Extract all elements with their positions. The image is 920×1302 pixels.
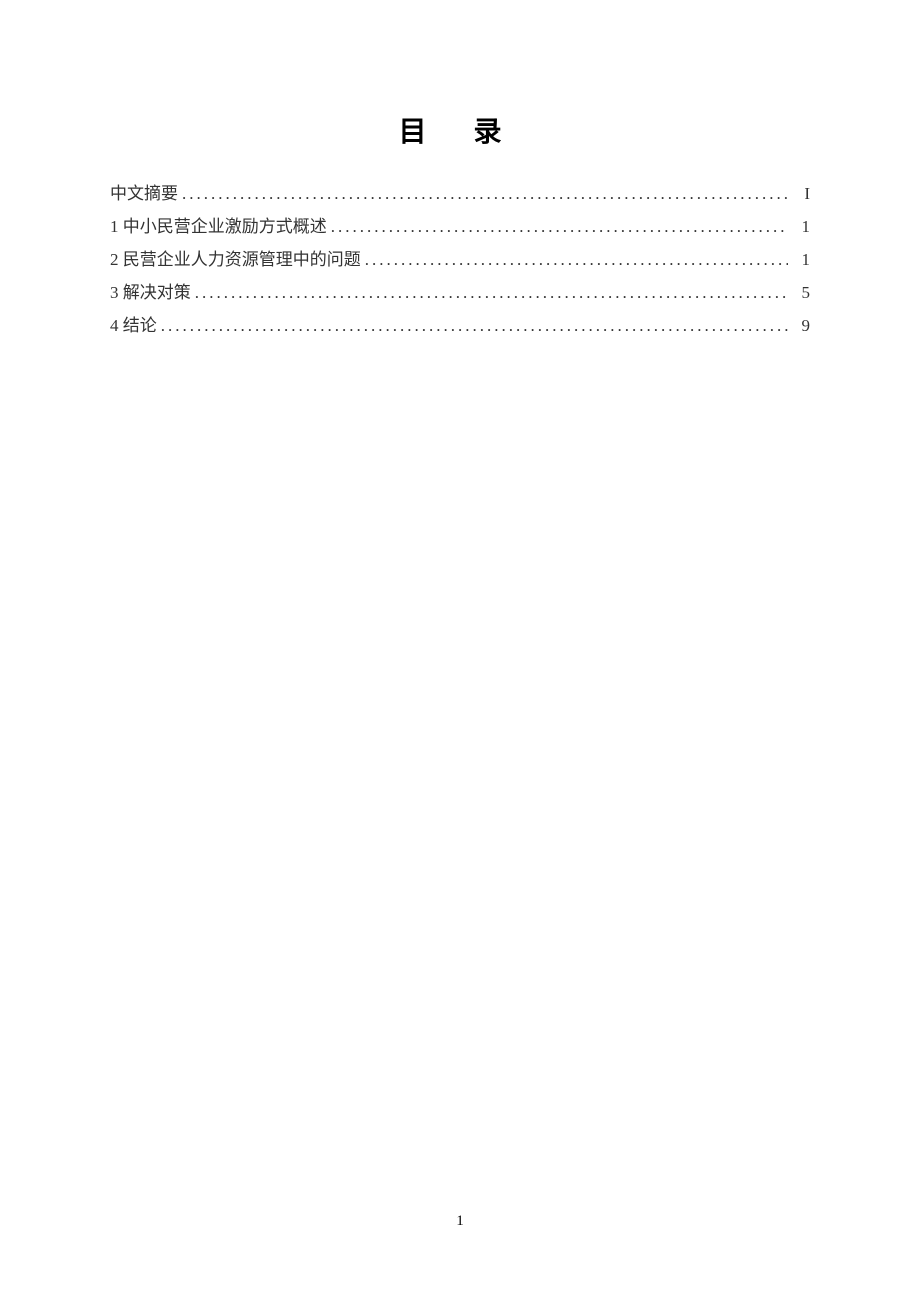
toc-entry-page: 1 [792, 213, 810, 242]
toc-leader-dots [331, 213, 788, 242]
document-page: 目 录 中文摘要 I 1 中小民营企业激励方式概述 1 2 民营企业人力资源管理… [0, 0, 920, 340]
toc-entry: 4 结论 9 [110, 312, 810, 341]
toc-entry: 1 中小民营企业激励方式概述 1 [110, 213, 810, 242]
toc-entry: 中文摘要 I [110, 180, 810, 209]
toc-leader-dots [365, 246, 788, 275]
page-number: 1 [0, 1213, 920, 1230]
toc-title: 目 录 [110, 110, 810, 150]
toc-entry: 2 民营企业人力资源管理中的问题 1 [110, 246, 810, 275]
toc-entry-label: 中文摘要 [110, 180, 178, 209]
toc-entry-label: 3 解决对策 [110, 279, 191, 308]
toc-entry-label: 2 民营企业人力资源管理中的问题 [110, 246, 361, 275]
toc-entry-label: 1 中小民营企业激励方式概述 [110, 213, 327, 242]
toc-entry-page: 9 [792, 312, 810, 341]
table-of-contents: 中文摘要 I 1 中小民营企业激励方式概述 1 2 民营企业人力资源管理中的问题… [110, 180, 810, 340]
toc-entry: 3 解决对策 5 [110, 279, 810, 308]
toc-entry-page: 5 [792, 279, 810, 308]
toc-entry-page: 1 [792, 246, 810, 275]
toc-leader-dots [182, 180, 788, 209]
toc-leader-dots [161, 312, 788, 341]
toc-entry-label: 4 结论 [110, 312, 157, 341]
toc-entry-page: I [792, 180, 810, 209]
toc-leader-dots [195, 279, 788, 308]
